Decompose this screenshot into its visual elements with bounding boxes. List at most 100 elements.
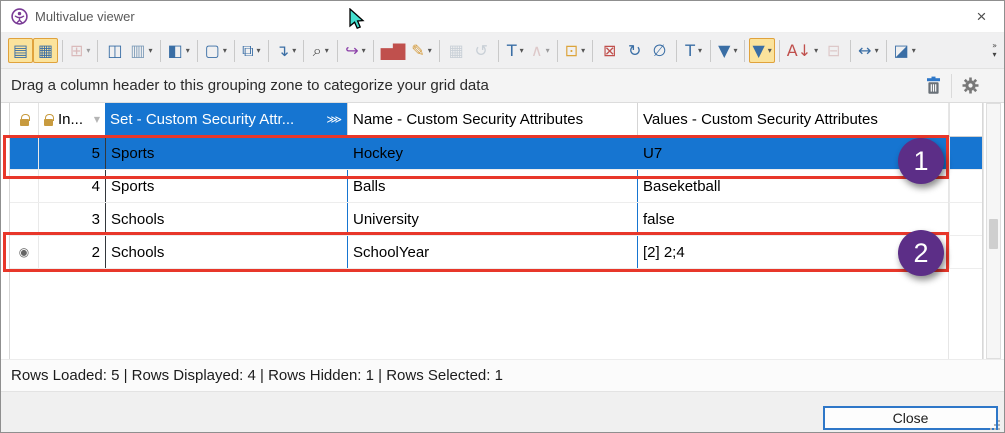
cell-name[interactable]: University bbox=[347, 203, 637, 235]
cell-index[interactable]: 4 bbox=[38, 170, 105, 202]
grid-header-row: In... ▼ Set - Custom Security Attr... ⋙ … bbox=[10, 103, 982, 137]
format-painter-button[interactable]: ◪▾ bbox=[891, 38, 919, 63]
cell-row-indicator[interactable]: ◉ bbox=[10, 236, 38, 268]
cell-index[interactable]: 2 bbox=[38, 236, 105, 268]
goto-row-button[interactable]: ↴▾ bbox=[273, 38, 299, 63]
status-bar: Rows Loaded: 5 | Rows Displayed: 4 | Row… bbox=[1, 359, 1004, 391]
column-chooser-icon: ◧ bbox=[168, 43, 183, 59]
grouping-zone-hint: Drag a column header to this grouping zo… bbox=[11, 77, 489, 94]
cell-row-indicator[interactable] bbox=[10, 203, 38, 235]
column-header-set[interactable]: Set - Custom Security Attr... ⋙ bbox=[105, 103, 347, 136]
search-button[interactable]: ⌕▾ bbox=[308, 38, 333, 63]
text-to-date-icon: T bbox=[507, 43, 517, 59]
cell-name[interactable]: SchoolYear bbox=[347, 236, 637, 268]
text-format-icon: T bbox=[685, 43, 695, 59]
delete-row-button[interactable]: ⊠ bbox=[597, 38, 622, 63]
undo-grid-icon: ↺ bbox=[475, 43, 488, 59]
cell-row-indicator[interactable] bbox=[10, 170, 38, 202]
sort-az-icon: A↓ bbox=[787, 43, 811, 59]
selection-mode-icon: ▢ bbox=[205, 43, 220, 59]
resize-grip[interactable] bbox=[998, 428, 1000, 430]
refresh-table-button[interactable]: ↻ bbox=[622, 38, 647, 63]
toolbar-separator bbox=[303, 40, 304, 62]
table-properties-button[interactable]: ◫ bbox=[102, 38, 127, 63]
row-indicator-header[interactable] bbox=[10, 103, 38, 136]
column-header-index[interactable]: In... ▼ bbox=[38, 103, 105, 136]
column-header-name[interactable]: Name - Custom Security Attributes bbox=[347, 103, 637, 136]
hide-rows-icon: ⊟ bbox=[827, 43, 840, 59]
text-to-date-button[interactable]: T▾ bbox=[503, 38, 528, 63]
cell-filler[interactable] bbox=[949, 137, 982, 169]
selection-mode-button[interactable]: ▢▾ bbox=[202, 38, 230, 63]
table-row[interactable]: ◉2SchoolsSchoolYear[2] 2;4 bbox=[10, 236, 982, 269]
cell-set[interactable]: Sports bbox=[105, 137, 347, 169]
table-row[interactable]: 5SportsHockeyU7 bbox=[10, 137, 982, 170]
cell-name[interactable]: Hockey bbox=[347, 137, 637, 169]
add-row-button[interactable]: ⊞▾ bbox=[67, 38, 93, 63]
lock-icon bbox=[44, 119, 53, 126]
cell-set[interactable]: Sports bbox=[105, 170, 347, 202]
cell-index[interactable]: 3 bbox=[38, 203, 105, 235]
grid-border-button[interactable]: ⊡▾ bbox=[562, 38, 588, 63]
edit-cell-button[interactable]: ✎▾ bbox=[408, 38, 434, 63]
grid-settings-button[interactable] bbox=[954, 71, 986, 101]
name-header-label: Name - Custom Security Attributes bbox=[353, 111, 583, 128]
export-button[interactable]: ↪▾ bbox=[342, 38, 368, 63]
trash-icon bbox=[925, 76, 942, 95]
table-row[interactable]: 3SchoolsUniversityfalse bbox=[10, 203, 982, 236]
filter-checked-button[interactable]: ▼▾ bbox=[749, 38, 774, 63]
header-dropdown-icon[interactable]: ▼ bbox=[94, 115, 100, 124]
cell-set[interactable]: Schools bbox=[105, 236, 347, 268]
view-layout-single-button[interactable]: ▤ bbox=[8, 38, 33, 63]
column-header-values[interactable]: Values - Custom Security Attributes bbox=[637, 103, 949, 136]
toolbar: ▤▦⊞▾◫▥▾◧▾▢▾⧉▾↴▾⌕▾↪▾▅▇✎▾▦↺T▾∧▾⊡▾⊠↻∅T▾▼▾▼▾… bbox=[1, 33, 1004, 69]
chart-button[interactable]: ▅▇ bbox=[378, 38, 409, 63]
grouping-zone[interactable]: Drag a column header to this grouping zo… bbox=[1, 69, 1004, 103]
toolbar-separator bbox=[779, 40, 780, 62]
cell-filler[interactable] bbox=[949, 170, 982, 202]
lock-icon bbox=[20, 119, 29, 126]
dropdown-arrow-icon: ▾ bbox=[698, 46, 702, 55]
clear-grouping-button[interactable] bbox=[917, 71, 949, 101]
view-layout-grid-button[interactable]: ▦ bbox=[33, 38, 58, 63]
toolbar-overflow-button[interactable]: » ▾ bbox=[989, 40, 1000, 62]
column-resize-button[interactable]: ▥▾ bbox=[127, 38, 155, 63]
cell-values[interactable]: false bbox=[637, 203, 949, 235]
filter-by-text-icon: ▼ bbox=[718, 43, 730, 59]
freeze-grid-icon: ▦ bbox=[449, 43, 464, 59]
column-chooser-button[interactable]: ◧▾ bbox=[165, 38, 193, 63]
cancel-refresh-icon: ∅ bbox=[653, 43, 667, 59]
cell-filler[interactable] bbox=[949, 203, 982, 235]
grouping-zone-actions bbox=[917, 69, 986, 102]
undo-grid-button[interactable]: ↺ bbox=[469, 38, 494, 63]
freeze-grid-button[interactable]: ▦ bbox=[444, 38, 469, 63]
column-width-button[interactable]: ↔▾ bbox=[855, 38, 881, 63]
title-bar: Multivalue viewer × bbox=[1, 1, 1004, 33]
scrollbar-thumb[interactable] bbox=[989, 219, 998, 249]
cell-name[interactable]: Balls bbox=[347, 170, 637, 202]
filter-by-text-button[interactable]: ▼▾ bbox=[715, 38, 740, 63]
row-counts-text: Rows Loaded: 5 | Rows Displayed: 4 | Row… bbox=[11, 367, 503, 384]
vertical-scrollbar[interactable] bbox=[986, 103, 1001, 359]
copy-button[interactable]: ⧉▾ bbox=[239, 38, 264, 63]
histogram-button[interactable]: ∧▾ bbox=[528, 38, 553, 63]
dropdown-arrow-icon: ▾ bbox=[186, 46, 190, 55]
cancel-refresh-button[interactable]: ∅ bbox=[647, 38, 672, 63]
filter-active-icon[interactable]: ⋙ bbox=[326, 113, 342, 126]
column-header-filler bbox=[949, 103, 982, 136]
cell-filler[interactable] bbox=[949, 236, 982, 268]
sort-az-button[interactable]: A↓▾ bbox=[784, 38, 821, 63]
cell-set[interactable]: Schools bbox=[105, 203, 347, 235]
text-format-button[interactable]: T▾ bbox=[681, 38, 706, 63]
gear-icon bbox=[961, 76, 980, 95]
grid-border-icon: ⊡ bbox=[565, 43, 578, 59]
toolbar-separator bbox=[97, 40, 98, 62]
hide-rows-button[interactable]: ⊟ bbox=[821, 38, 846, 63]
cell-row-indicator[interactable] bbox=[10, 137, 38, 169]
table-row[interactable]: 4SportsBallsBaseketball bbox=[10, 170, 982, 203]
toolbar-separator bbox=[62, 40, 63, 62]
values-header-label: Values - Custom Security Attributes bbox=[643, 111, 878, 128]
window-close-button[interactable]: × bbox=[959, 1, 1004, 32]
close-button[interactable]: Close bbox=[823, 406, 998, 430]
cell-index[interactable]: 5 bbox=[38, 137, 105, 169]
